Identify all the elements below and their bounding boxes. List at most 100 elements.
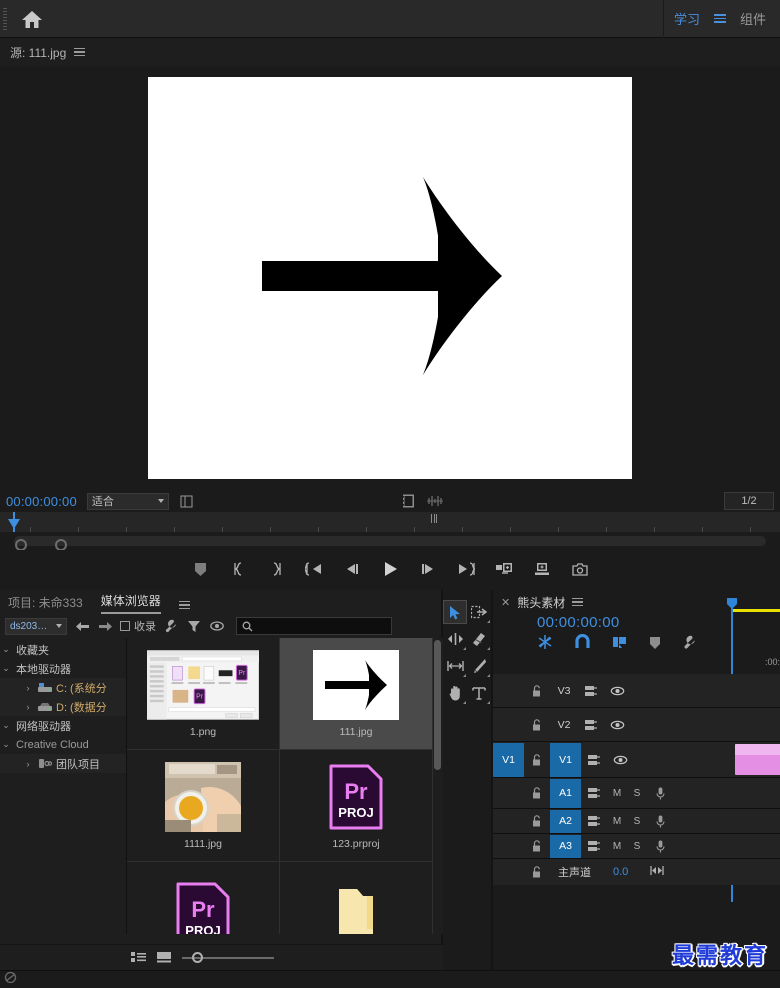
track-body-a1[interactable]: [686, 778, 780, 808]
hand-tool[interactable]: [443, 681, 467, 705]
track-row-a1[interactable]: A1 M S: [493, 778, 780, 809]
track-visibility-icon[interactable]: [604, 686, 630, 696]
lock-icon[interactable]: [524, 787, 550, 799]
track-select-forward-tool[interactable]: [467, 600, 491, 624]
track-name-a2[interactable]: A2: [550, 809, 581, 833]
mute-button-a2[interactable]: M: [607, 816, 627, 827]
export-frame-button[interactable]: [569, 558, 591, 580]
source-in-out-marker[interactable]: [431, 514, 437, 523]
ripple-edit-tool[interactable]: [443, 627, 467, 651]
drive-select[interactable]: ds203…: [5, 617, 67, 635]
panel-menu-icon[interactable]: [74, 47, 86, 57]
solo-button-a2[interactable]: S: [627, 816, 647, 827]
sync-lock-icon[interactable]: [581, 754, 607, 766]
step-back-button[interactable]: [341, 558, 363, 580]
chevron-right-icon[interactable]: ›: [22, 759, 34, 769]
thumbnail-view-icon[interactable]: [156, 950, 172, 966]
type-tool[interactable]: [467, 681, 491, 705]
tree-item-drive-c[interactable]: › C: (系统分: [0, 678, 126, 697]
master-track-row[interactable]: 主声道 0.0: [493, 859, 780, 885]
chevron-down-icon[interactable]: ⌄: [0, 739, 12, 750]
source-monitor-viewer[interactable]: [0, 66, 780, 490]
track-name-a1[interactable]: A1: [550, 778, 581, 808]
sync-lock-icon[interactable]: [581, 815, 607, 827]
chevron-down-icon[interactable]: ⌄: [0, 663, 12, 674]
mark-in-button[interactable]: [227, 558, 249, 580]
media-item-1111jpg[interactable]: 1111.jpg: [127, 750, 280, 862]
media-item-1png[interactable]: Pr Pr 1.png: [127, 638, 280, 750]
playback-resolution[interactable]: 1/2: [724, 492, 774, 510]
list-view-icon[interactable]: [130, 950, 146, 966]
timeline-settings-button[interactable]: [682, 635, 697, 655]
track-name-v2[interactable]: V2: [550, 712, 578, 738]
track-name-v1[interactable]: V1: [550, 742, 581, 777]
tree-item-creative-cloud[interactable]: ⌄ Creative Cloud: [0, 735, 126, 754]
media-thumbnail-grid[interactable]: Pr Pr 1.png 111.jpg 1111.jpg Pr PROJ 123…: [126, 638, 443, 934]
media-grid-scrollbar[interactable]: [434, 640, 441, 770]
media-item-prproj-2[interactable]: Pr PROJ: [127, 862, 280, 934]
snap-toggle[interactable]: [575, 633, 590, 655]
track-body-a3[interactable]: [686, 834, 780, 858]
tree-item-favorites[interactable]: ⌄ 收藏夹: [0, 640, 126, 659]
slip-tool[interactable]: [443, 654, 467, 678]
folder-tree[interactable]: ⌄ 收藏夹 ⌄ 本地驱动器 › C: (系统分 › D: (数据分 ⌄ 网络驱动…: [0, 638, 126, 934]
lock-icon[interactable]: [524, 866, 550, 878]
track-row-a2[interactable]: A2 M S: [493, 809, 780, 834]
track-visibility-icon[interactable]: [604, 720, 630, 730]
add-marker-button[interactable]: [650, 636, 660, 654]
timeline-time-ruler[interactable]: :00:: [493, 656, 780, 674]
solo-button-a1[interactable]: S: [627, 788, 647, 799]
step-forward-button[interactable]: [417, 558, 439, 580]
search-input[interactable]: [236, 617, 392, 635]
track-body-a2[interactable]: [686, 809, 780, 833]
lock-icon[interactable]: [524, 684, 550, 697]
ingest-checkbox[interactable]: 收录: [120, 618, 156, 634]
panel-menu-icon[interactable]: [178, 600, 190, 609]
sync-lock-icon[interactable]: [581, 787, 607, 799]
mute-button-a1[interactable]: M: [607, 788, 627, 799]
panel-menu-icon[interactable]: [572, 597, 584, 607]
track-body-v2[interactable]: [686, 708, 780, 741]
render-status-icon[interactable]: [4, 971, 17, 988]
lock-icon[interactable]: [524, 753, 550, 766]
sync-lock-icon[interactable]: [581, 840, 607, 852]
mute-button-a3[interactable]: M: [607, 841, 627, 852]
source-timecode[interactable]: 00:00:00:00: [6, 494, 77, 509]
chevron-right-icon[interactable]: ›: [22, 683, 34, 693]
in-out-duration-icon[interactable]: [179, 493, 195, 509]
overwrite-button[interactable]: [531, 558, 553, 580]
go-to-in-button[interactable]: [303, 558, 325, 580]
arrow-left-icon[interactable]: [74, 618, 90, 634]
lock-icon[interactable]: [524, 815, 550, 827]
filter-icon[interactable]: [186, 618, 202, 634]
razor-tool[interactable]: [467, 627, 491, 651]
chevron-down-icon[interactable]: ⌄: [0, 644, 12, 655]
linked-selection-toggle[interactable]: [537, 634, 553, 655]
media-item-123prproj[interactable]: Pr PROJ 123.prproj: [280, 750, 433, 862]
filmstrip-icon[interactable]: [401, 493, 417, 509]
tree-item-local-drives[interactable]: ⌄ 本地驱动器: [0, 659, 126, 678]
timeline-timecode[interactable]: 00:00:00:00: [537, 614, 620, 631]
components-link[interactable]: 组件: [740, 9, 766, 28]
source-zoom-scrollbar[interactable]: [0, 532, 780, 551]
track-name-v3[interactable]: V3: [550, 678, 578, 704]
tree-item-team-projects[interactable]: › 团队项目: [0, 754, 126, 773]
wrench-icon[interactable]: [163, 618, 179, 634]
timeline-tab-title[interactable]: 熊头素材: [517, 594, 565, 611]
lock-icon[interactable]: [524, 718, 550, 731]
tab-project[interactable]: 项目: 未命333: [8, 594, 83, 614]
close-icon[interactable]: ✕: [501, 596, 510, 609]
sync-lock-icon[interactable]: [578, 719, 604, 731]
tree-item-network-drives[interactable]: ⌄ 网络驱动器: [0, 716, 126, 735]
tree-item-drive-d[interactable]: › D: (数据分: [0, 697, 126, 716]
mark-out-button[interactable]: [265, 558, 287, 580]
tab-media-browser[interactable]: 媒体浏览器: [100, 592, 161, 614]
voice-over-icon[interactable]: [647, 787, 673, 800]
lock-icon[interactable]: [524, 840, 550, 852]
source-tab[interactable]: 源: 111.jpg: [10, 44, 66, 61]
thumbnail-size-slider[interactable]: [182, 951, 274, 963]
chevron-right-icon[interactable]: ›: [22, 702, 34, 712]
slider-knob[interactable]: [192, 951, 203, 963]
track-visibility-icon[interactable]: [607, 755, 633, 765]
work-area-bar[interactable]: [733, 609, 780, 612]
